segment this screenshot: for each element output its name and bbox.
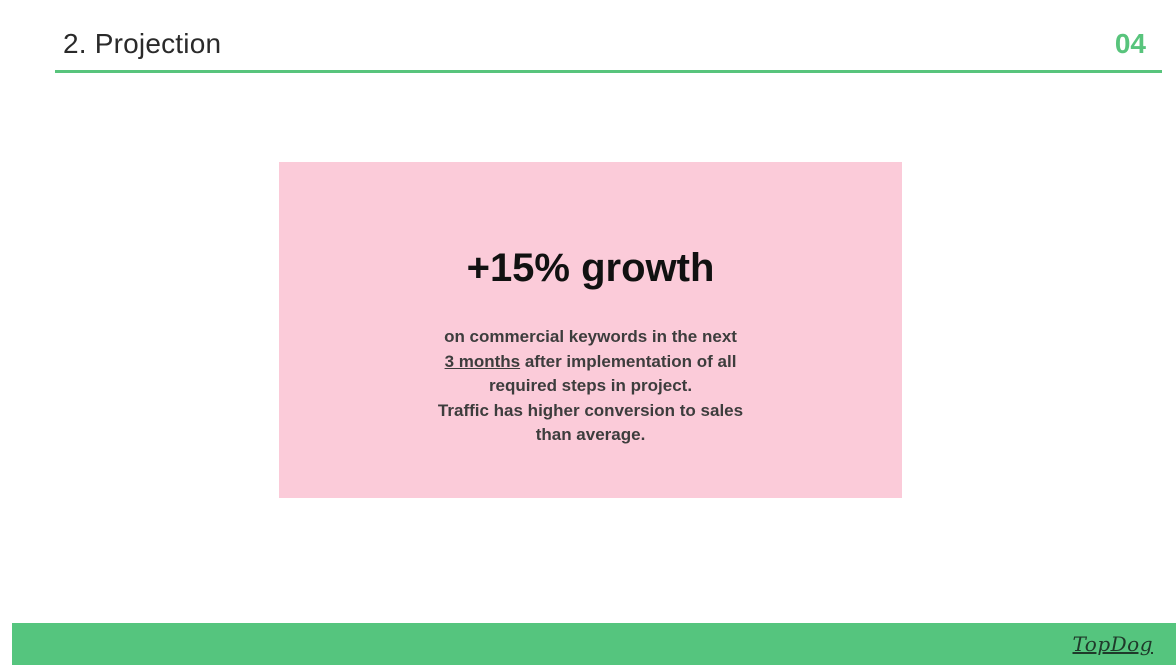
description-line-2: after implementation of all [520, 351, 737, 371]
slide: 2. Projection 04 +15% growth on commerci… [0, 0, 1176, 665]
footer-bar: TopDog [12, 623, 1176, 665]
growth-headline: +15% growth [466, 246, 715, 290]
description-line-3: required steps in project. [488, 376, 693, 395]
description-line-1: on commercial keywords in the next [444, 327, 737, 346]
description-line-4: Traffic has higher conversion to sales [437, 400, 744, 420]
topdog-logo: TopDog [1072, 632, 1153, 656]
description-emphasis: 3 months [444, 351, 521, 371]
growth-description: on commercial keywords in the next 3 mon… [279, 325, 902, 448]
header-divider [55, 70, 1162, 73]
description-line-5: than average. [535, 425, 646, 444]
page-number: 04 [1114, 28, 1146, 59]
page-title: 2. Projection [63, 28, 222, 59]
highlight-box: +15% growth on commercial keywords in th… [279, 162, 902, 498]
